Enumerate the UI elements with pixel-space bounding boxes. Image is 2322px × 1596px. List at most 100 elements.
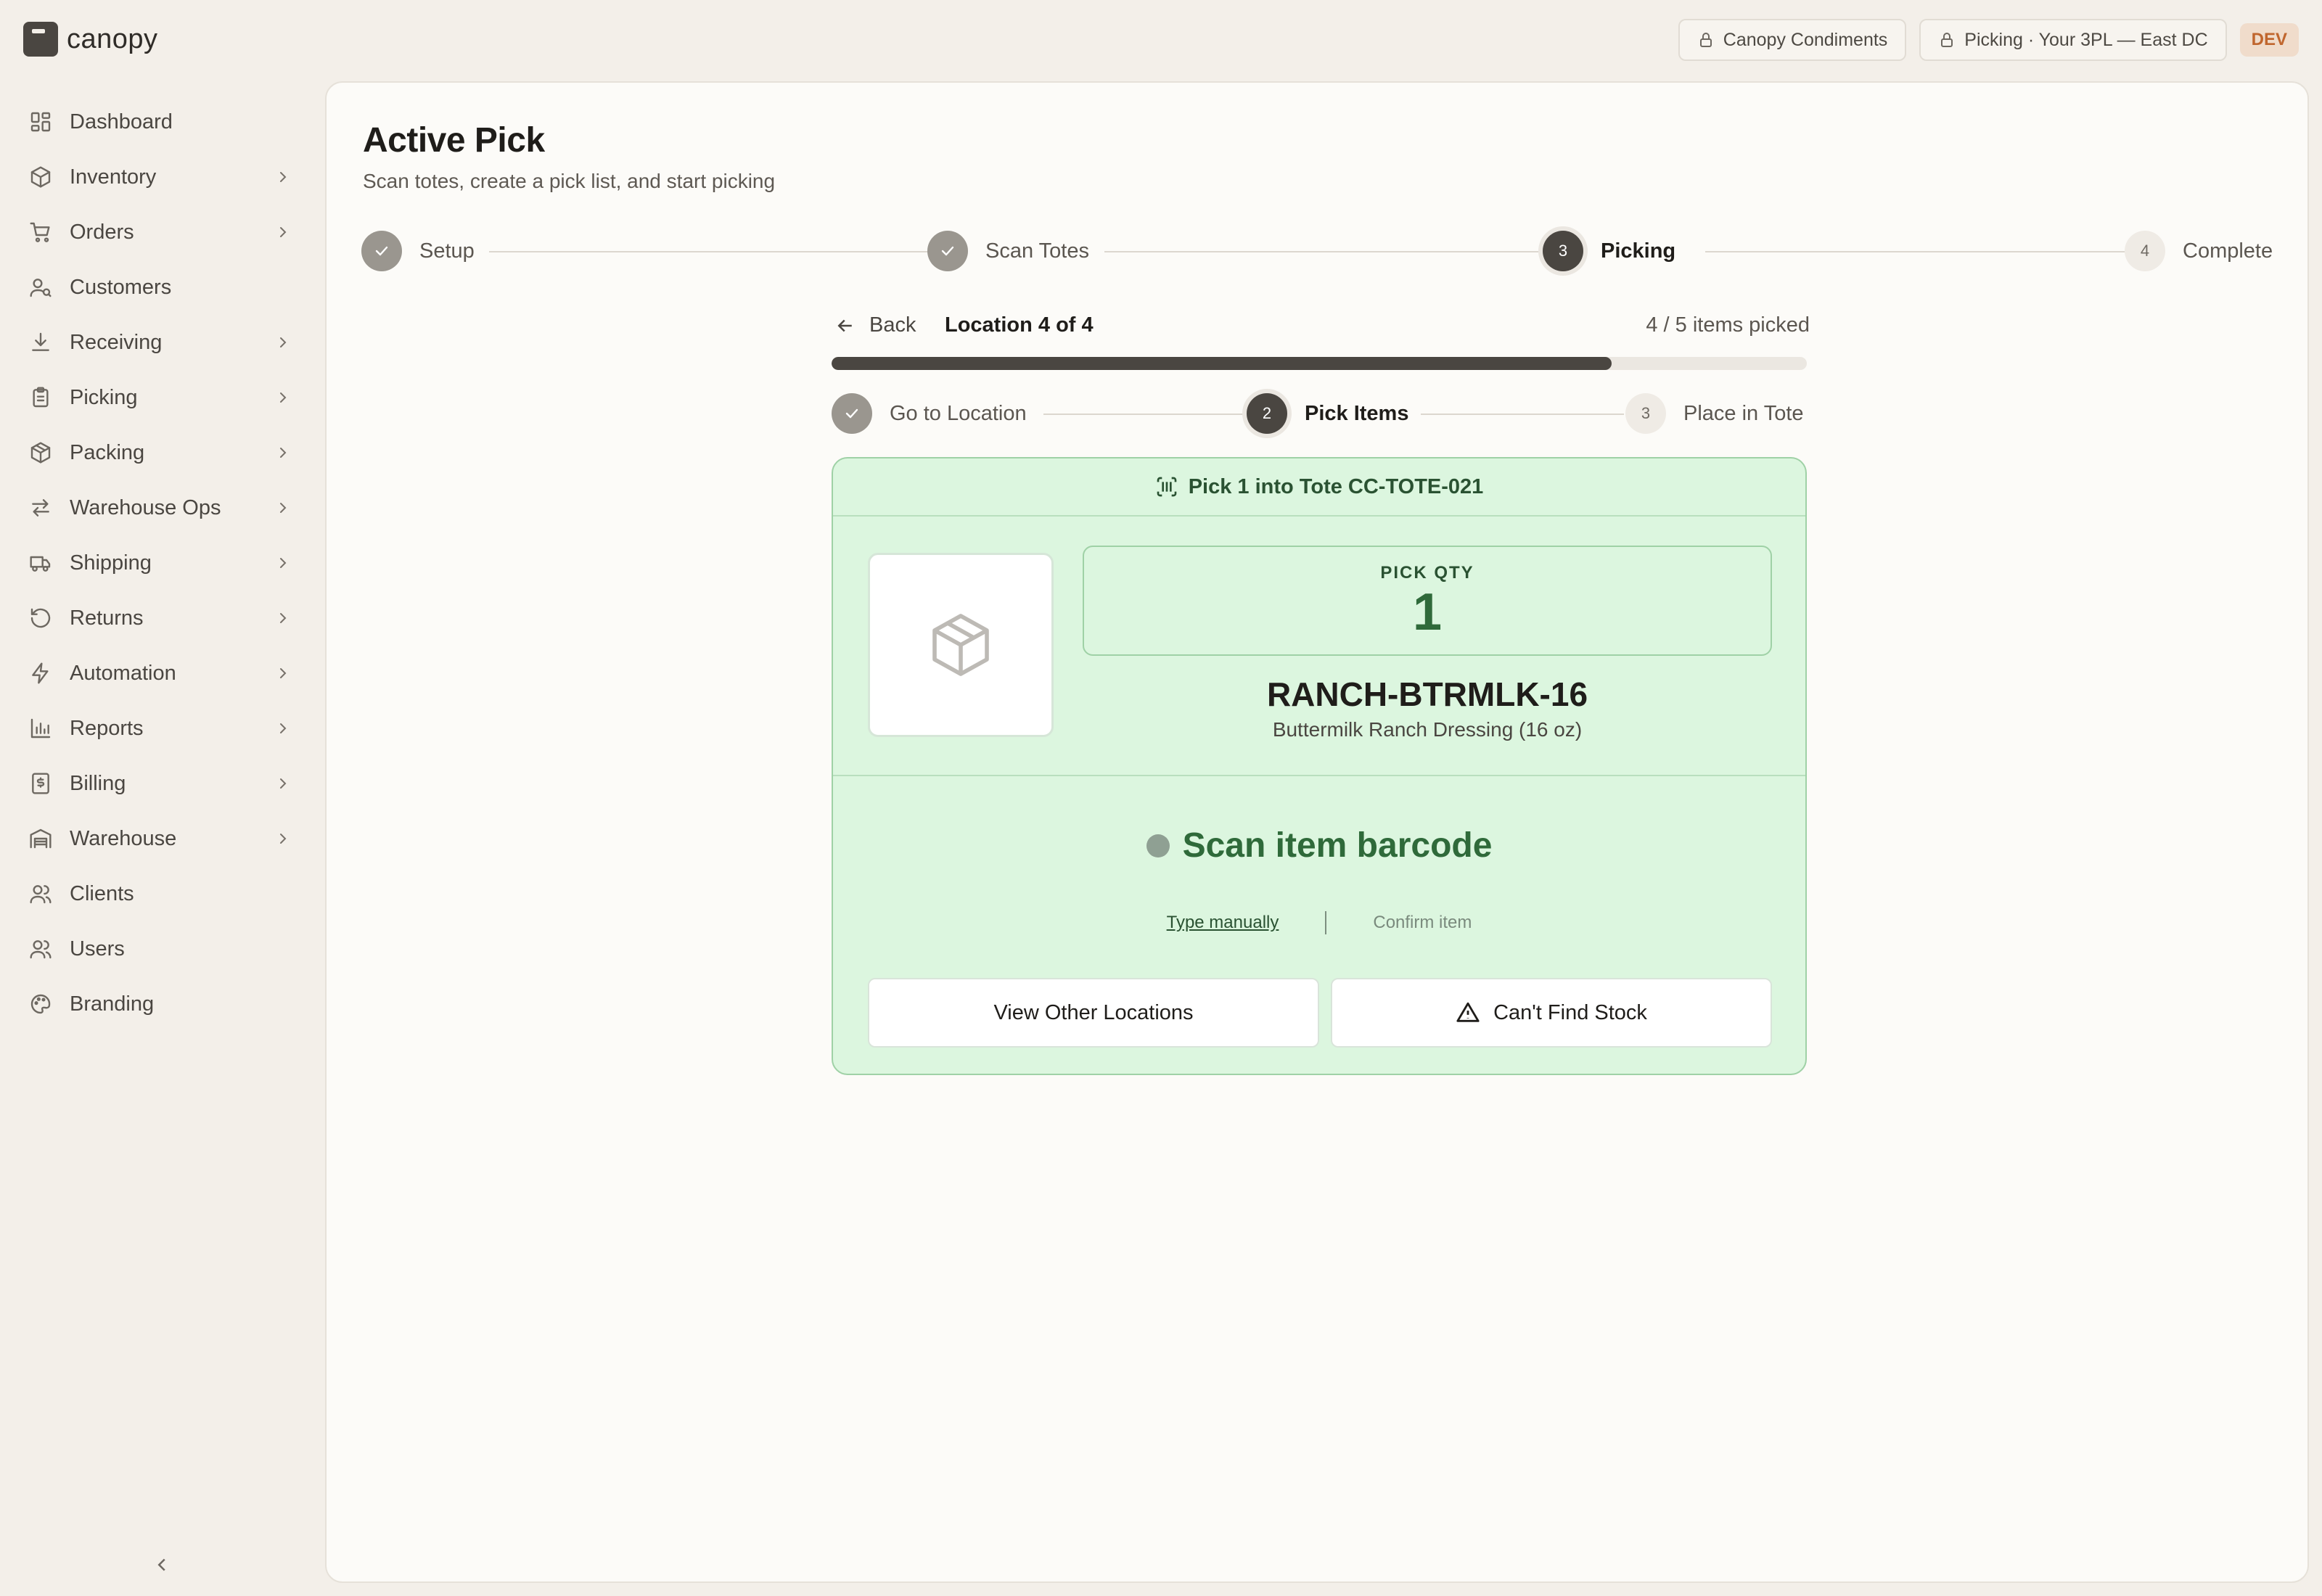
sidebar-item-billing[interactable]: Billing xyxy=(0,756,319,811)
lock-icon xyxy=(1699,33,1712,47)
chevron-right-icon xyxy=(274,720,292,737)
logo-mark-icon xyxy=(23,22,58,57)
view-other-locations-label: View Other Locations xyxy=(993,1000,1194,1024)
pick-progress-fill xyxy=(832,357,1612,370)
context-selector-label: Picking · Your 3PL — East DC xyxy=(1964,29,2208,50)
download-icon xyxy=(29,331,52,354)
sidebar-item-dashboard[interactable]: Dashboard xyxy=(0,94,319,149)
sidebar-item-inventory[interactable]: Inventory xyxy=(0,149,319,205)
back-button[interactable]: Back xyxy=(834,313,916,337)
step-number: 3 xyxy=(1543,231,1583,271)
pick-qty-label: PICK QTY xyxy=(1380,563,1474,583)
scan-prompt-text: Scan item barcode xyxy=(1182,826,1493,865)
step-complete-check-icon xyxy=(361,231,402,271)
sidebar-item-label: Picking xyxy=(70,385,138,409)
arrows-icon xyxy=(29,496,52,519)
stepper-connector xyxy=(489,251,930,252)
pick-instruction: Pick 1 into Tote CC-TOTE-021 xyxy=(1188,474,1484,498)
sidebar-item-branding[interactable]: Branding xyxy=(0,976,319,1032)
rotate-icon xyxy=(29,606,52,630)
palette-icon xyxy=(29,992,52,1016)
product-image xyxy=(868,553,1054,737)
client-selector-label: Canopy Condiments xyxy=(1723,29,1888,50)
truck-icon xyxy=(29,551,52,575)
cant-find-stock-label: Can't Find Stock xyxy=(1493,1000,1647,1024)
chevron-right-icon xyxy=(274,168,292,186)
sidebar-item-returns[interactable]: Returns xyxy=(0,591,319,646)
sidebar-item-packing[interactable]: Packing xyxy=(0,425,319,480)
substep-number: 3 xyxy=(1625,393,1666,434)
substep-label-place-in-tote: Place in Tote xyxy=(1683,402,1804,425)
sidebar-item-shipping[interactable]: Shipping xyxy=(0,535,319,591)
view-other-locations-button[interactable]: View Other Locations xyxy=(868,978,1319,1048)
chevron-right-icon xyxy=(274,775,292,792)
stepper-connector xyxy=(1104,251,1546,252)
sidebar-item-reports[interactable]: Reports xyxy=(0,701,319,756)
sidebar-item-clients[interactable]: Clients xyxy=(0,866,319,921)
step-complete-check-icon xyxy=(927,231,968,271)
step-label-setup: Setup xyxy=(419,239,475,263)
sidebar-item-picking[interactable]: Picking xyxy=(0,370,319,425)
chevron-right-icon xyxy=(274,334,292,351)
type-manually-link[interactable]: Type manually xyxy=(1167,913,1279,933)
sidebar-item-warehouse-ops[interactable]: Warehouse Ops xyxy=(0,480,319,535)
clipboard-icon xyxy=(29,386,52,409)
page-title: Active Pick xyxy=(363,121,545,160)
confirm-item-button[interactable]: Confirm item xyxy=(1373,913,1472,933)
back-label: Back xyxy=(869,313,916,337)
sidebar-item-label: Shipping xyxy=(70,551,152,575)
sidebar-item-label: Reports xyxy=(70,716,144,740)
lightning-icon xyxy=(29,662,52,685)
cant-find-stock-button[interactable]: Can't Find Stock xyxy=(1331,978,1772,1048)
sidebar-item-label: Users xyxy=(70,937,125,961)
sidebar-item-customers[interactable]: Customers xyxy=(0,260,319,315)
chevron-right-icon xyxy=(274,444,292,461)
sidebar-item-label: Packing xyxy=(70,440,145,464)
client-selector[interactable]: Canopy Condiments xyxy=(1678,19,1907,61)
sidebar-item-automation[interactable]: Automation xyxy=(0,646,319,701)
divider xyxy=(1325,911,1327,934)
collapse-sidebar-icon[interactable] xyxy=(151,1554,173,1576)
arrow-left-icon xyxy=(837,319,852,332)
sidebar-item-warehouse[interactable]: Warehouse xyxy=(0,811,319,866)
topbar-context: Canopy Condiments Picking · Your 3PL — E… xyxy=(1678,19,2299,61)
sidebar-item-users[interactable]: Users xyxy=(0,921,319,976)
sidebar-item-receiving[interactable]: Receiving xyxy=(0,315,319,370)
sidebar-item-label: Clients xyxy=(70,881,134,905)
package-icon xyxy=(932,614,989,676)
substep-label-pick-items: Pick Items xyxy=(1305,402,1409,425)
package-icon xyxy=(29,441,52,464)
chevron-right-icon xyxy=(274,830,292,847)
substep-connector xyxy=(1043,414,1245,415)
sidebar-item-label: Warehouse xyxy=(70,826,177,850)
main-panel: Active Pick Scan totes, create a pick li… xyxy=(325,81,2309,1583)
logo-text: canopy xyxy=(67,23,158,54)
env-badge: DEV xyxy=(2239,23,2299,57)
sidebar-item-orders[interactable]: Orders xyxy=(0,205,319,260)
sidebar-item-label: Customers xyxy=(70,275,172,299)
sidebar-item-label: Orders xyxy=(70,220,134,244)
scan-prompt: Scan item barcode xyxy=(833,826,1805,865)
box-icon xyxy=(29,165,52,189)
context-selector[interactable]: Picking · Your 3PL — East DC xyxy=(1919,19,2227,61)
substep-number: 2 xyxy=(1247,393,1287,434)
bar-chart-icon xyxy=(29,717,52,740)
sidebar-item-label: Automation xyxy=(70,661,176,685)
sidebar-item-label: Branding xyxy=(70,992,155,1016)
chevron-right-icon xyxy=(274,554,292,572)
substep-complete-check-icon xyxy=(832,393,872,434)
step-label-picking: Picking xyxy=(1601,239,1676,263)
pick-qty-box: PICK QTY 1 xyxy=(1083,546,1772,656)
dashboard-icon xyxy=(29,110,52,133)
location-label: Location 4 of 4 xyxy=(945,313,1094,337)
page-subtitle: Scan totes, create a pick list, and star… xyxy=(363,170,776,192)
app-logo[interactable]: canopy xyxy=(23,22,158,57)
sidebar-item-label: Inventory xyxy=(70,165,157,189)
scan-status-dot xyxy=(1146,834,1170,857)
chevron-right-icon xyxy=(274,665,292,682)
sidebar-item-label: Dashboard xyxy=(70,110,173,133)
step-number: 4 xyxy=(2125,231,2165,271)
barcode-scan-icon xyxy=(1157,477,1177,497)
pick-item-details: PICK QTY 1 RANCH-BTRMLK-16 Buttermilk Ra… xyxy=(833,517,1805,776)
chevron-right-icon xyxy=(274,389,292,406)
